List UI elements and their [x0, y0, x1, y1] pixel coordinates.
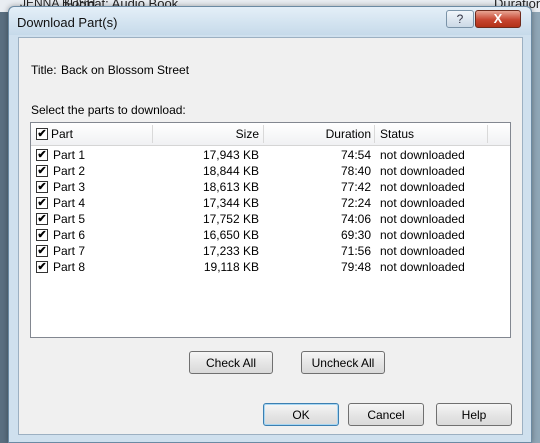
list-row[interactable]: ✔ Part 4 17,344 KB 72:24 not downloaded [31, 195, 510, 211]
part-status: not downloaded [380, 196, 465, 210]
column-separator[interactable] [374, 125, 375, 143]
row-checkbox[interactable]: ✔ [36, 245, 48, 257]
check-all-button[interactable]: Check All [189, 351, 273, 374]
column-header-size[interactable]: Size [153, 123, 259, 145]
part-size: 19,118 KB [203, 260, 259, 274]
ok-button[interactable]: OK [263, 403, 339, 426]
list-row[interactable]: ✔ Part 6 16,650 KB 69:30 not downloaded [31, 227, 510, 243]
part-size: 16,650 KB [202, 228, 259, 242]
part-duration: 77:42 [340, 180, 371, 194]
column-header-duration[interactable]: Duration [264, 123, 371, 145]
part-name: Part 5 [53, 212, 86, 226]
column-header-status[interactable]: Status [380, 123, 480, 145]
column-separator[interactable] [487, 125, 488, 143]
row-checkbox[interactable]: ✔ [36, 181, 48, 193]
part-status: not downloaded [380, 260, 465, 274]
part-size: 17,233 KB [202, 244, 259, 258]
list-row[interactable]: ✔ Part 1 17,943 KB 74:54 not downloaded [31, 147, 510, 163]
row-checkbox[interactable]: ✔ [36, 229, 48, 241]
part-size: 17,752 KB [202, 212, 259, 226]
part-duration: 71:56 [340, 244, 371, 258]
part-size: 18,844 KB [202, 164, 259, 178]
dialog-titlebar[interactable]: Download Part(s) ? X [9, 7, 531, 35]
list-header: ✔ Part Size Duration Status [31, 123, 510, 146]
part-status: not downloaded [380, 228, 465, 242]
list-row[interactable]: ✔ Part 5 17,752 KB 74:06 not downloaded [31, 211, 510, 227]
part-status: not downloaded [380, 180, 465, 194]
part-status: not downloaded [380, 148, 465, 162]
part-duration: 72:24 [340, 196, 371, 210]
part-name: Part 6 [53, 228, 86, 242]
row-checkbox[interactable]: ✔ [36, 213, 48, 225]
part-duration: 79:48 [340, 260, 371, 274]
uncheck-all-button[interactable]: Uncheck All [301, 351, 385, 374]
part-size: 18,613 KB [202, 180, 259, 194]
part-name: Part 1 [53, 148, 86, 162]
row-checkbox[interactable]: ✔ [36, 149, 48, 161]
part-status: not downloaded [380, 244, 465, 258]
list-row[interactable]: ✔ Part 3 18,613 KB 77:42 not downloaded [31, 179, 510, 195]
list-row[interactable]: ✔ Part 2 18,844 KB 78:40 not downloaded [31, 163, 510, 179]
part-name: Part 2 [53, 164, 86, 178]
row-checkbox[interactable]: ✔ [36, 261, 48, 273]
background-right-edge [532, 12, 540, 443]
part-size: 17,344 KB [202, 196, 259, 210]
download-parts-dialog: Download Part(s) ? X Title: Back on Blos… [8, 6, 532, 443]
part-name: Part 7 [53, 244, 86, 258]
part-duration: 69:30 [340, 228, 371, 242]
dialog-client-area: Title: Back on Blossom Street Select the… [18, 37, 523, 435]
help-icon[interactable]: ? [446, 10, 474, 28]
list-row[interactable]: ✔ Part 7 17,233 KB 71:56 not downloaded [31, 243, 510, 259]
title-value: Back on Blossom Street [61, 63, 190, 77]
column-header-part[interactable]: Part [51, 123, 151, 145]
list-row[interactable]: ✔ Part 8 19,118 KB 79:48 not downloaded [31, 259, 510, 275]
close-icon[interactable]: X [475, 10, 521, 28]
part-size: 17,943 KB [202, 148, 259, 162]
dialog-title: Download Part(s) [17, 15, 118, 30]
select-parts-label: Select the parts to download: [31, 103, 186, 117]
title-label: Title: [31, 63, 57, 77]
cancel-button[interactable]: Cancel [348, 403, 424, 426]
part-status: not downloaded [380, 164, 465, 178]
row-checkbox[interactable]: ✔ [36, 165, 48, 177]
part-status: not downloaded [380, 212, 465, 226]
part-duration: 74:06 [340, 212, 371, 226]
part-duration: 74:54 [340, 148, 371, 162]
part-name: Part 8 [53, 260, 86, 274]
header-checkbox[interactable]: ✔ [36, 128, 48, 140]
help-button[interactable]: Help [436, 403, 512, 426]
part-name: Part 3 [53, 180, 86, 194]
row-checkbox[interactable]: ✔ [36, 197, 48, 209]
part-name: Part 4 [53, 196, 86, 210]
part-duration: 78:40 [340, 164, 371, 178]
parts-list[interactable]: ✔ Part Size Duration Status ✔ Part 1 17,… [30, 122, 511, 338]
